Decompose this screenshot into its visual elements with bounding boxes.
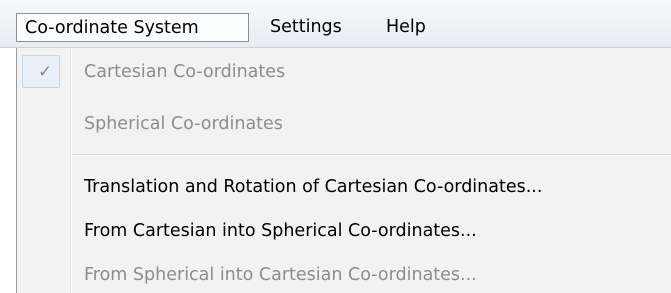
coordinate-system-dropdown: ✓ Cartesian Co-ordinates Spherical Co-or… [16,48,671,293]
menu-item-translation-rotation[interactable]: Translation and Rotation of Cartesian Co… [84,172,542,202]
menu-item-cartesian-to-spherical[interactable]: From Cartesian into Spherical Co-ordinat… [84,216,477,246]
menu-bar: Co-ordinate System Settings Help [0,0,671,48]
menu-item-cartesian-coordinates[interactable]: Cartesian Co-ordinates [84,57,285,87]
menu-help[interactable]: Help [386,13,426,42]
menu-coordinate-system[interactable]: Co-ordinate System [16,13,249,42]
menu-item-spherical-coordinates[interactable]: Spherical Co-ordinates [84,109,283,139]
icon-gutter-divider-highlight [71,48,72,293]
checked-indicator: ✓ [22,55,60,88]
menu-separator-highlight [73,155,671,156]
menu-settings[interactable]: Settings [270,13,342,42]
check-icon: ✓ [38,62,53,82]
menu-item-spherical-to-cartesian[interactable]: From Spherical into Cartesian Co-ordinat… [84,260,477,290]
